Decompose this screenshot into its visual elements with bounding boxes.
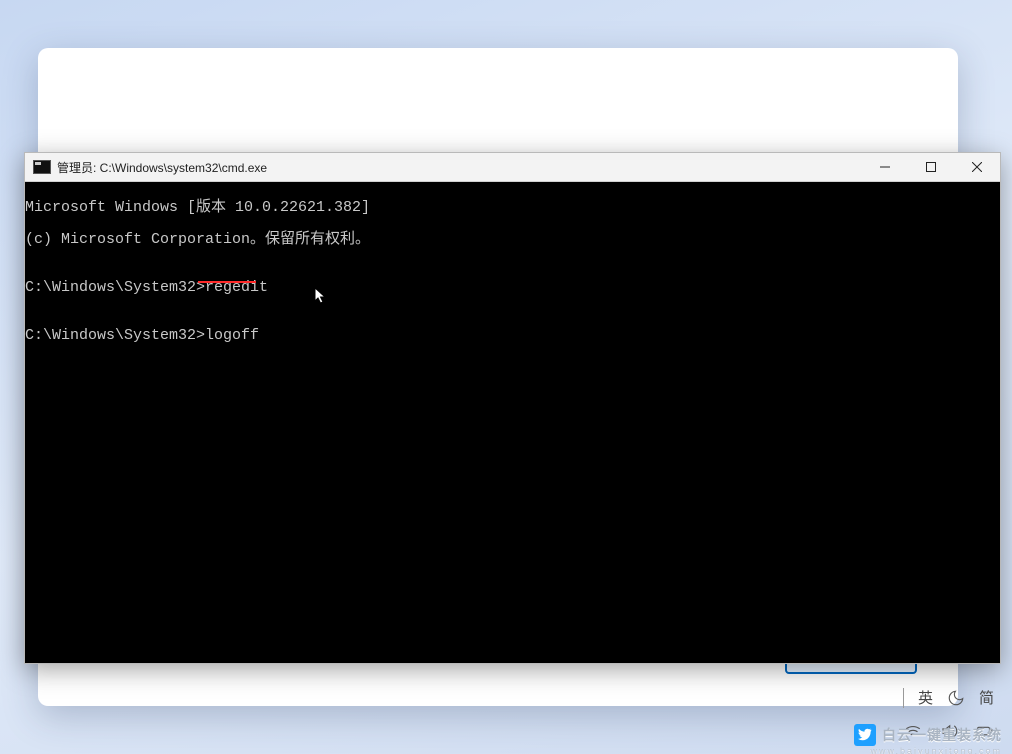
terminal-prompt-line: C:\Windows\System32>regedit bbox=[25, 280, 1000, 296]
watermark-logo-icon bbox=[854, 724, 876, 746]
minimize-button[interactable] bbox=[862, 153, 908, 181]
titlebar[interactable]: 管理员: C:\Windows\system32\cmd.exe bbox=[25, 153, 1000, 182]
terminal-body[interactable]: Microsoft Windows [版本 10.0.22621.382] (c… bbox=[25, 182, 1000, 663]
terminal-prompt: C:\Windows\System32> bbox=[25, 327, 205, 344]
watermark-text: 白云一键重装系统 bbox=[882, 725, 1002, 745]
terminal-prompt-line: C:\Windows\System32>logoff bbox=[25, 328, 1000, 344]
watermark-subtext: www.baiyunxitong.com bbox=[870, 746, 1002, 754]
terminal-prompt: C:\Windows\System32> bbox=[25, 279, 205, 296]
mouse-cursor-icon bbox=[243, 272, 255, 290]
desktop-background: 管理员: C:\Windows\system32\cmd.exe Microso… bbox=[0, 0, 1012, 754]
maximize-button[interactable] bbox=[908, 153, 954, 181]
watermark: 白云一键重装系统 www.baiyunxitong.com bbox=[854, 724, 1002, 746]
ime-language-indicator[interactable]: 英 bbox=[918, 687, 933, 708]
system-tray: 英 简 bbox=[903, 687, 994, 708]
cmd-window: 管理员: C:\Windows\system32\cmd.exe Microso… bbox=[24, 152, 1001, 664]
close-button[interactable] bbox=[954, 153, 1000, 181]
terminal-command: logoff bbox=[205, 327, 259, 344]
ime-mode-indicator[interactable]: 简 bbox=[979, 687, 994, 708]
moon-icon[interactable] bbox=[947, 689, 965, 707]
terminal-line: (c) Microsoft Corporation。保留所有权利。 bbox=[25, 232, 1000, 248]
cmd-app-icon bbox=[33, 160, 51, 174]
terminal-line: Microsoft Windows [版本 10.0.22621.382] bbox=[25, 200, 1000, 216]
window-title: 管理员: C:\Windows\system32\cmd.exe bbox=[57, 159, 267, 176]
tray-separator bbox=[903, 688, 904, 708]
